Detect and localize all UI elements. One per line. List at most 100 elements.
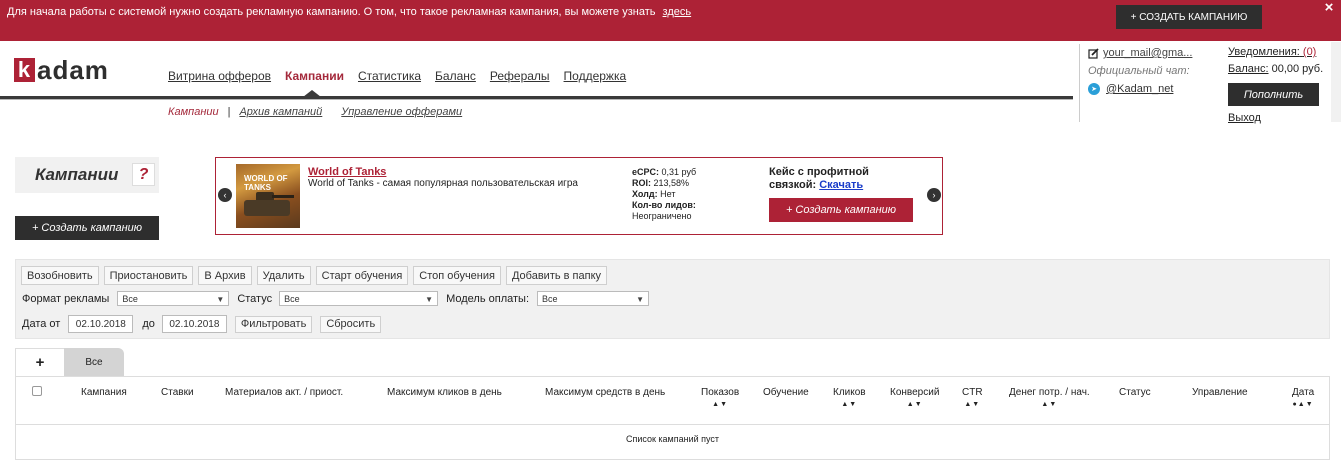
sort-icon[interactable]: ▲▼ [890,401,939,408]
case-line: связкой: [769,179,817,191]
balance-link[interactable]: Баланс: [1228,63,1269,75]
telegram-link[interactable]: @Kadam_net [1106,83,1173,95]
add-to-folder-button[interactable]: Добавить в папку [505,266,608,285]
column-header[interactable]: Обучение [763,387,809,398]
create-campaign-button[interactable]: + Создать кампанию [15,216,159,240]
case-text: Кейс с профитной связкой: Скачать [769,166,869,192]
nav-item-campaigns[interactable]: Кампании [285,69,344,83]
column-header[interactable]: Статус [1119,387,1151,398]
column-header-sortable[interactable]: Конверсий ▲▼ [890,387,939,408]
column-header-sortable[interactable]: Дата ●▲▼ [1292,387,1314,408]
stop-training-button[interactable]: Стоп обучения [413,266,501,285]
nav-item-offers[interactable]: Витрина офферов [168,69,271,83]
close-icon[interactable]: × [1322,0,1336,15]
status-label: Статус [237,292,273,305]
banner-message: Для начала работы с системой нужно созда… [7,6,656,18]
nav-item-referrals[interactable]: Рефералы [490,69,550,83]
offer-title[interactable]: World of Tanks [308,166,386,178]
filter-button[interactable]: Фильтровать [234,315,313,333]
column-label: Дата [1292,387,1315,398]
offer-create-campaign-button[interactable]: + Создать кампанию [769,198,913,222]
sort-icon[interactable]: ▲▼ [1009,401,1090,408]
status-select[interactable]: Все ▼ [279,291,439,306]
sub-nav: Кампании | Архив кампаний Управление офф… [168,106,462,118]
notifications-link[interactable]: Уведомления: (0) [1228,46,1316,58]
case-download-link[interactable]: Скачать [819,179,863,191]
start-training-button[interactable]: Старт обучения [315,266,409,285]
nav-item-support[interactable]: Поддержка [564,69,627,83]
topup-button[interactable]: Пополнить [1228,83,1319,106]
pause-button[interactable]: Приостановить [103,266,194,285]
format-select-value: Все [122,293,138,304]
subnav-item-offer-management[interactable]: Управление офферами [341,106,462,118]
notice-banner: Для начала работы с системой нужно созда… [0,0,1341,41]
header-divider [1079,44,1080,122]
account-panel: your_mail@gma... Официальный чат: ➤ @Kad… [1088,45,1192,97]
subnav-item-archive[interactable]: Архив кампаний [239,106,322,118]
subnav-item-campaigns[interactable]: Кампании [168,106,219,118]
empty-state: Список кампаний пуст [625,434,720,444]
stat-value: 213,58% [653,178,690,188]
reset-button[interactable]: Сбросить [320,315,382,333]
account-email[interactable]: your_mail@gma... [1103,47,1192,59]
column-label: Показов [701,387,740,398]
chevron-right-icon[interactable]: › [927,188,941,202]
sort-icon[interactable]: ▲▼ [962,401,983,408]
logo[interactable]: k adam [14,54,109,85]
date-to-label: до [142,318,155,330]
nav-item-balance[interactable]: Баланс [435,69,476,83]
column-header[interactable]: Управление [1192,387,1248,398]
offer-banner: ‹ WORLD OF TANKS World of Tanks World of… [215,157,943,235]
telegram-icon: ➤ [1088,83,1100,95]
chevron-down-icon: ▼ [425,295,434,304]
column-header-sortable[interactable]: Кликов ▲▼ [833,387,866,408]
offer-image[interactable]: WORLD OF TANKS [236,164,300,228]
column-header[interactable]: Максимум кликов в день [387,387,502,398]
stat-label: Кол-во лидов: [632,200,696,210]
help-button[interactable]: ? [132,163,155,186]
stat-label: Холд: [632,189,658,199]
chevron-down-icon: ▼ [636,295,645,304]
filter-selects: Формат рекламы Все ▼ Статус Все ▼ Модель о… [22,291,650,306]
page-title: Кампании [35,165,119,184]
nav-item-stats[interactable]: Статистика [358,69,421,83]
sort-icon[interactable]: ▲▼ [701,401,739,408]
format-select[interactable]: Все ▼ [117,291,230,306]
offer-description: World of Tanks - самая популярная пользо… [308,178,578,189]
date-to-input[interactable]: 02.10.2018 [161,315,227,333]
add-tab-button[interactable]: + [15,348,65,376]
logout-link[interactable]: Выход [1228,112,1261,124]
account-actions: Уведомления: (0) Баланс: 00,00 руб. Попо… [1228,46,1323,129]
chevron-down-icon: ▼ [216,295,225,304]
column-label: Конверсий [890,387,940,398]
notifications-label: Уведомления: [1228,46,1300,58]
column-header[interactable]: Максимум средств в день [545,387,665,398]
column-label: Денег потр. / нач. [1009,387,1090,398]
resume-button[interactable]: Возобновить [21,266,99,285]
column-header[interactable]: Кампания [81,387,127,398]
campaigns-table: Кампания Ставки Материалов акт. / приост… [15,376,1330,460]
logo-text: adam [37,54,109,85]
column-label: Кликов [833,387,866,398]
stat-value: 0,31 руб [661,167,697,177]
sort-icon[interactable]: ●▲▼ [1292,401,1314,408]
sort-icon[interactable]: ▲▼ [833,401,866,408]
offer-stats: eCPC: 0,31 руб ROI: 213,58% Холд: Нет Ко… [632,167,696,222]
column-header-sortable[interactable]: Показов ▲▼ [701,387,739,408]
archive-button[interactable]: В Архив [198,266,252,285]
date-from-input[interactable]: 02.10.2018 [68,315,134,333]
payment-select[interactable]: Все ▼ [537,291,650,306]
chevron-left-icon[interactable]: ‹ [218,188,232,202]
column-label: CTR [962,387,983,398]
select-all-checkbox[interactable] [32,386,42,396]
column-header[interactable]: Ставки [161,387,194,398]
tab-all[interactable]: Все [64,348,124,376]
column-header-sortable[interactable]: Денег потр. / нач. ▲▼ [1009,387,1090,408]
banner-link[interactable]: здесь [663,6,692,18]
delete-button[interactable]: Удалить [256,266,311,285]
banner-create-campaign-button[interactable]: + СОЗДАТЬ КАМПАНИЮ [1116,5,1262,29]
column-header-sortable[interactable]: CTR ▲▼ [962,387,983,408]
column-header[interactable]: Материалов акт. / приост. [225,387,343,398]
banner-text: Для начала работы с системой нужно созда… [7,6,691,18]
scrollbar[interactable] [1331,42,1341,122]
